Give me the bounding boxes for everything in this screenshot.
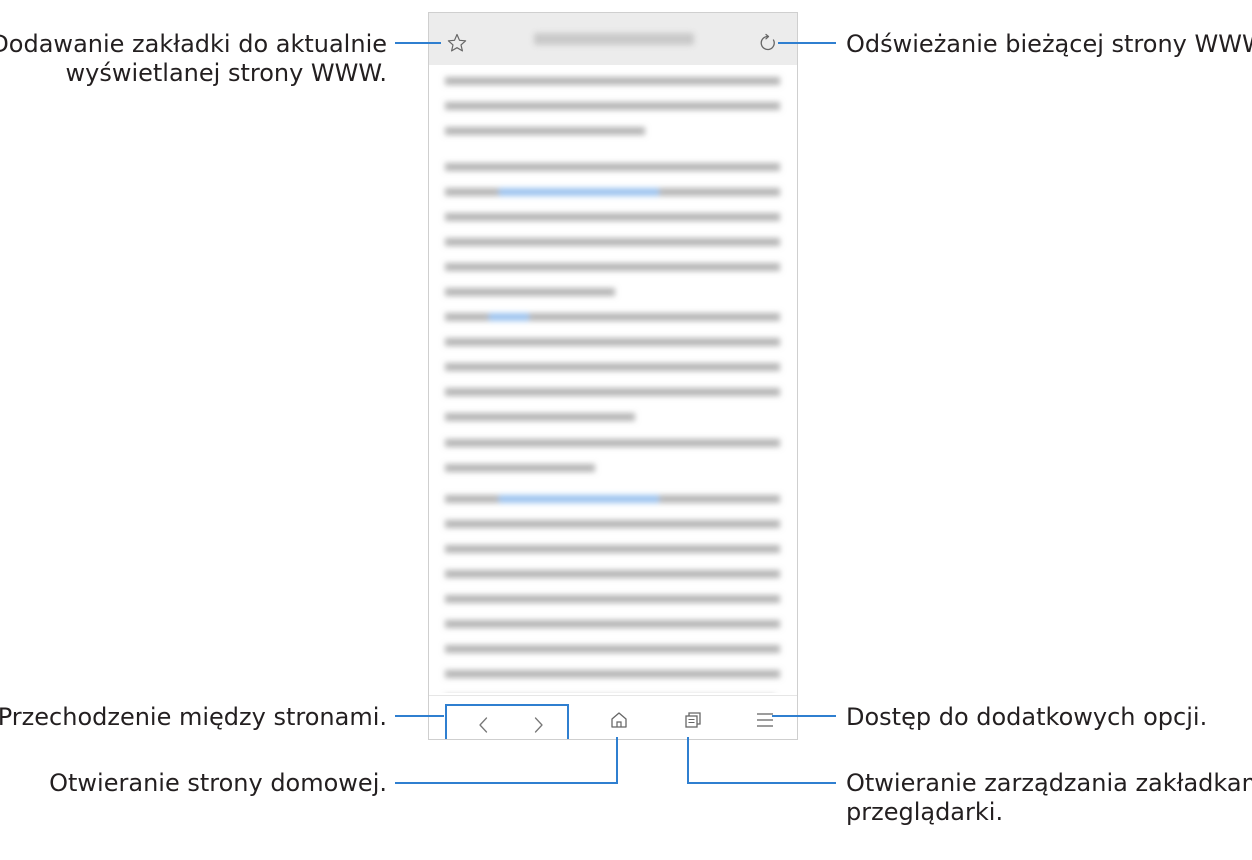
blurred-line (445, 238, 780, 246)
more-options-callout: Dostęp do dodatkowych opcji. (846, 703, 1208, 731)
home-icon[interactable] (608, 709, 630, 731)
blurred-line (445, 363, 780, 371)
bookmark-callout: Dodawanie zakładki do aktualnie wyświetl… (0, 30, 387, 88)
blurred-line (445, 163, 780, 171)
navigation-buttons-box (445, 704, 569, 739)
navigate-callout: Przechodzenie między stronami. (0, 703, 387, 731)
blurred-line (445, 338, 780, 346)
blurred-line (445, 464, 595, 472)
blurred-line (445, 439, 780, 447)
blurred-line (445, 620, 780, 628)
menu-icon[interactable] (754, 709, 776, 731)
browser-screen (428, 12, 798, 740)
browser-toolbar (429, 13, 797, 65)
blurred-line (445, 213, 780, 221)
tabs-icon[interactable] (682, 709, 704, 731)
blurred-link (499, 495, 659, 503)
blurred-line (445, 127, 645, 135)
blurred-line (445, 670, 780, 678)
blurred-link (489, 313, 529, 321)
blurred-line (445, 263, 780, 271)
blurred-line (445, 413, 635, 421)
blurred-text-lines (445, 77, 780, 703)
blurred-line (445, 520, 780, 528)
home-leader-line (395, 737, 618, 784)
refresh-icon[interactable] (757, 32, 779, 54)
blurred-link (499, 188, 659, 196)
tabs-callout-line2: przeglądarki. (846, 798, 1004, 826)
blurred-line (445, 545, 780, 553)
star-outline-icon[interactable] (446, 32, 468, 54)
tabs-leader-line (687, 737, 836, 784)
browser-bottom-bar (429, 695, 797, 739)
blurred-line (445, 595, 780, 603)
blurred-line (445, 645, 780, 653)
blurred-line (445, 388, 780, 396)
blurred-page-content (429, 65, 797, 703)
blurred-line (445, 288, 615, 296)
tabs-callout-line1: Otwieranie zarządzania zakładkami (846, 769, 1252, 797)
blurred-line (445, 77, 780, 85)
tabs-callout: Otwieranie zarządzania zakładkami przegl… (846, 769, 1252, 827)
address-bar[interactable] (534, 33, 694, 45)
bookmark-callout-line1: Dodawanie zakładki do aktualnie (0, 30, 387, 58)
bookmark-callout-line2: wyświetlanej strony WWW. (65, 59, 387, 87)
home-callout: Otwieranie strony domowej. (49, 769, 387, 797)
refresh-callout: Odświeżanie bieżącej strony WWW. (846, 30, 1252, 58)
blurred-line (445, 570, 780, 578)
chevron-right-icon[interactable] (527, 714, 549, 736)
chevron-left-icon[interactable] (473, 714, 495, 736)
blurred-line (445, 102, 780, 110)
